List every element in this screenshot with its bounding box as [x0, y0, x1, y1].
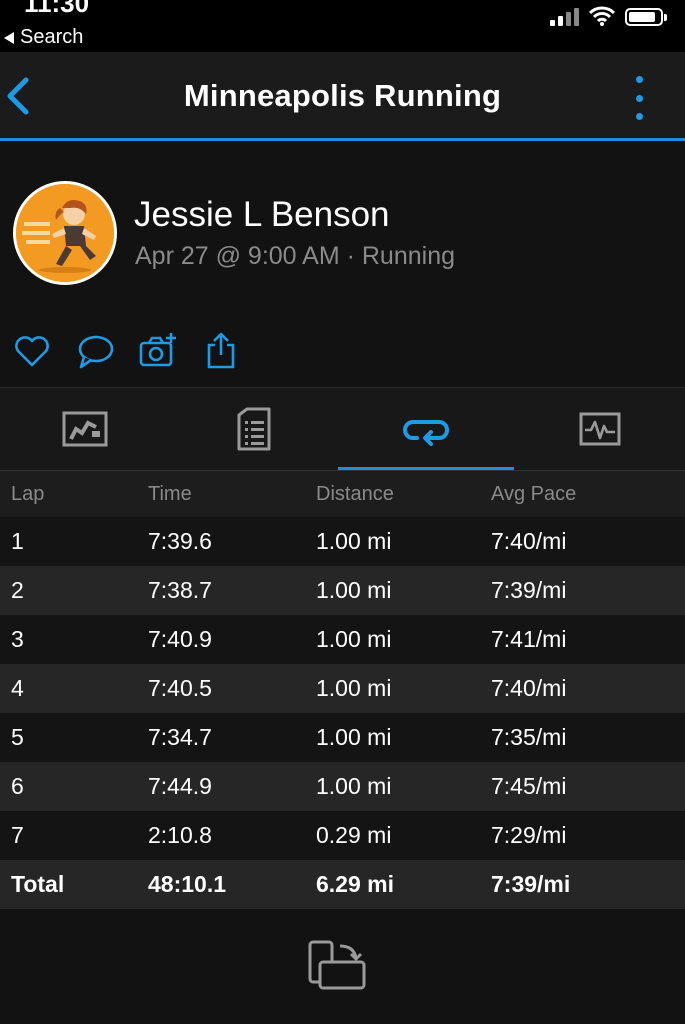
activity-header: Jessie L Benson Apr 27 @ 9:00 AM · Runni… [0, 141, 685, 314]
lap-number: 3 [11, 626, 24, 652]
charts-icon [579, 412, 620, 446]
table-row[interactable]: 1 7:39.6 1.00 mi 7:40/mi [0, 517, 685, 566]
table-row[interactable]: 7 2:10.8 0.29 mi 7:29/mi [0, 811, 685, 860]
page-title: Minneapolis Running [183, 78, 502, 113]
lap-time: 7:34.7 [148, 724, 212, 750]
more-options-icon[interactable] [631, 76, 647, 120]
total-time: 48:10.1 [148, 871, 227, 897]
column-header-time: Time [148, 482, 192, 505]
lap-number: 2 [11, 577, 24, 603]
share-icon[interactable] [201, 331, 241, 371]
lap-avg-pace: 7:41/mi [491, 626, 567, 652]
table-row[interactable]: 5 7:34.7 1.00 mi 7:35/mi [0, 713, 685, 762]
lap-time: 2:10.8 [148, 822, 212, 848]
tab-map[interactable] [0, 388, 170, 470]
status-back-link[interactable]: Search [4, 26, 83, 49]
lap-distance: 1.00 mi [316, 626, 392, 652]
column-header-lap: Lap [11, 482, 45, 505]
lap-distance: 1.00 mi [316, 675, 392, 701]
heart-icon[interactable] [12, 331, 52, 371]
status-back-label: Search [20, 26, 84, 48]
table-header-row: Lap Time Distance Avg Pace [0, 471, 685, 517]
back-arrow-icon [4, 31, 14, 44]
table-row[interactable]: 6 7:44.9 1.00 mi 7:45/mi [0, 762, 685, 811]
lap-time: 7:44.9 [148, 773, 212, 799]
column-header-distance: Distance [316, 482, 394, 505]
lap-distance: 0.29 mi [316, 822, 392, 848]
battery-icon [625, 8, 667, 26]
activity-tabs [0, 388, 685, 471]
laps-icon [403, 420, 449, 446]
athlete-name[interactable]: Jessie L Benson [134, 195, 390, 235]
table-row[interactable]: 3 7:40.9 1.00 mi 7:41/mi [0, 615, 685, 664]
status-icons [550, 6, 667, 26]
lap-avg-pace: 7:35/mi [491, 724, 567, 750]
tab-charts[interactable] [514, 388, 685, 470]
laps-table: Lap Time Distance Avg Pace 1 7:39.6 1.00… [0, 471, 685, 909]
lap-distance: 1.00 mi [316, 577, 392, 603]
status-bar: 11:30 Search [0, 0, 685, 52]
runner-avatar-icon [16, 184, 114, 282]
lap-distance: 1.00 mi [316, 724, 392, 750]
lap-avg-pace: 7:29/mi [491, 822, 567, 848]
lap-number: 5 [11, 724, 24, 750]
lap-time: 7:39.6 [148, 528, 212, 554]
lap-avg-pace: 7:45/mi [491, 773, 567, 799]
lap-avg-pace: 7:40/mi [491, 528, 567, 554]
nav-bar: Minneapolis Running [0, 52, 685, 141]
lap-number: 1 [11, 528, 24, 554]
activity-subtitle: Apr 27 @ 9:00 AM · Running [135, 242, 455, 270]
status-time: 11:30 [24, 0, 90, 18]
lap-number: 4 [11, 675, 24, 701]
total-distance: 6.29 mi [316, 871, 394, 897]
table-total-row: Total 48:10.1 6.29 mi 7:39/mi [0, 860, 685, 909]
lap-avg-pace: 7:40/mi [491, 675, 567, 701]
cellular-signal-icon [550, 6, 579, 26]
lap-time: 7:40.5 [148, 675, 212, 701]
table-row[interactable]: 2 7:38.7 1.00 mi 7:39/mi [0, 566, 685, 615]
map-icon [62, 411, 108, 447]
table-row[interactable]: 4 7:40.5 1.00 mi 7:40/mi [0, 664, 685, 713]
rotate-screen-icon[interactable] [306, 938, 368, 992]
add-photo-icon[interactable] [138, 331, 178, 371]
lap-distance: 1.00 mi [316, 773, 392, 799]
comment-icon[interactable] [75, 331, 115, 371]
avatar[interactable] [13, 181, 117, 285]
total-avg-pace: 7:39/mi [491, 871, 571, 897]
tab-stats[interactable] [170, 388, 338, 470]
action-bar [0, 313, 685, 388]
lap-avg-pace: 7:39/mi [491, 577, 567, 603]
lap-time: 7:40.9 [148, 626, 212, 652]
lap-time: 7:38.7 [148, 577, 212, 603]
column-header-avg-pace: Avg Pace [491, 482, 577, 505]
wifi-icon [589, 6, 615, 26]
lap-number: 7 [11, 822, 24, 848]
lap-distance: 1.00 mi [316, 528, 392, 554]
stats-icon [237, 407, 271, 451]
total-label: Total [11, 871, 65, 897]
tab-laps[interactable] [338, 388, 514, 470]
lap-number: 6 [11, 773, 24, 799]
